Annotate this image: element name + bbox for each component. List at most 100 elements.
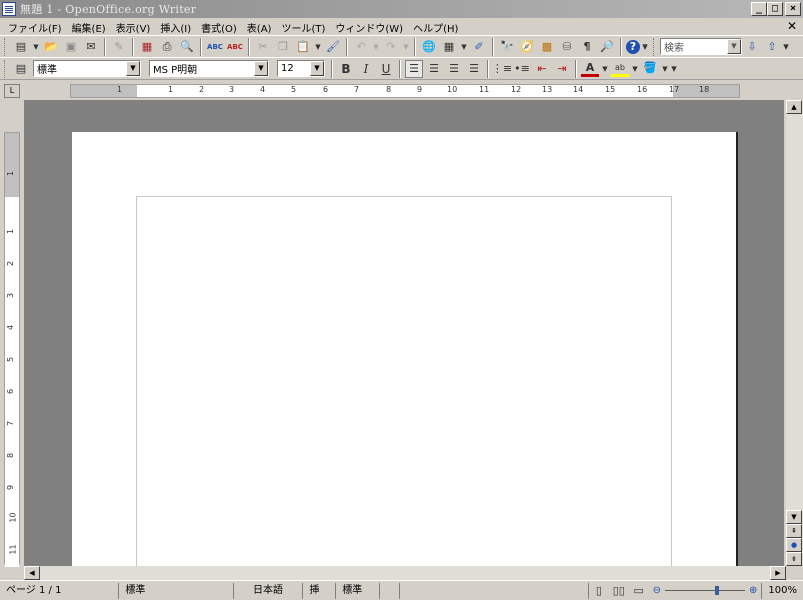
next-page-button[interactable]: ⇟	[786, 552, 802, 566]
datasource-icon[interactable]: ⛁	[558, 38, 576, 56]
maximize-button[interactable]: □	[767, 2, 783, 16]
spellcheck-icon[interactable]: ABC	[206, 38, 224, 56]
navigator-icon[interactable]: 🧭	[518, 38, 536, 56]
toolbar-grip[interactable]	[4, 59, 7, 78]
italic-button[interactable]: I	[357, 60, 375, 78]
decrease-indent-icon[interactable]: ⇤	[533, 60, 551, 78]
table-dropdown-icon[interactable]: ▼	[460, 38, 468, 56]
previous-page-button[interactable]: ⇞	[786, 524, 802, 538]
toolbar-options-icon[interactable]: ▾	[671, 60, 677, 78]
search-dropdown-icon[interactable]: ▼	[727, 39, 741, 54]
toolbar-grip[interactable]	[4, 37, 7, 56]
font-size-select[interactable]: 12 ▼	[277, 60, 325, 77]
gallery-icon[interactable]: ▩	[538, 38, 556, 56]
font-name-select[interactable]: MS P明朝 ▼	[149, 60, 269, 77]
email-icon[interactable]: ✉	[82, 38, 100, 56]
highlight-dropdown-icon[interactable]: ▼	[631, 60, 639, 78]
align-right-icon[interactable]: ☰	[445, 60, 463, 78]
zoom-slider[interactable]: ⊖ ⊕	[649, 585, 762, 596]
toolbar-options-icon[interactable]: ▾	[783, 38, 789, 56]
zoom-track[interactable]	[665, 586, 745, 595]
minimize-button[interactable]: _	[751, 2, 767, 16]
scroll-up-button[interactable]: ▲	[786, 100, 802, 114]
save-icon[interactable]: ▣	[62, 38, 80, 56]
font-color-dropdown-icon[interactable]: ▼	[601, 60, 609, 78]
insert-mode[interactable]: 挿入	[303, 582, 337, 599]
close-document-icon[interactable]: ✕	[787, 19, 797, 33]
horizontal-scrollbar[interactable]: ◀ ▶	[24, 566, 786, 580]
bullets-icon[interactable]: •≡	[513, 60, 531, 78]
tab-stop-selector-icon[interactable]: L	[4, 84, 20, 98]
book-view-icon[interactable]: ▭	[630, 582, 648, 600]
menu-table[interactable]: 表(A)	[243, 20, 278, 35]
background-color-dropdown-icon[interactable]: ▼	[661, 60, 669, 78]
close-window-button[interactable]: ×	[785, 2, 801, 16]
align-center-icon[interactable]: ☰	[425, 60, 443, 78]
scroll-right-button[interactable]: ▶	[770, 566, 786, 580]
draw-icon[interactable]: ✐	[470, 38, 488, 56]
menu-view[interactable]: 表示(V)	[112, 20, 157, 35]
menu-window[interactable]: ウィンドウ(W)	[331, 20, 409, 35]
toolbar-grip[interactable]	[653, 37, 656, 56]
zoom-value[interactable]: 100%	[761, 582, 803, 599]
increase-indent-icon[interactable]: ⇥	[553, 60, 571, 78]
font-size-dropdown-icon[interactable]: ▼	[310, 61, 324, 76]
paste-dropdown-icon[interactable]: ▼	[314, 38, 322, 56]
edit-icon[interactable]: ✎	[110, 38, 128, 56]
redo-dropdown-icon[interactable]: ▼	[402, 38, 410, 56]
font-color-icon[interactable]: A	[581, 61, 599, 77]
paste-icon[interactable]: 📋	[294, 38, 312, 56]
document-page[interactable]	[72, 132, 738, 566]
underline-button[interactable]: U	[377, 60, 395, 78]
document-canvas[interactable]	[24, 100, 784, 566]
writer-app-icon[interactable]	[2, 2, 16, 16]
background-color-icon[interactable]: 🪣	[641, 61, 659, 77]
zoom-out-icon[interactable]: ⊖	[653, 585, 661, 596]
menu-insert[interactable]: 挿入(I)	[156, 20, 197, 35]
undo-icon[interactable]: ↶	[352, 38, 370, 56]
table-icon[interactable]: ▦	[440, 38, 458, 56]
selection-mode[interactable]: 標準	[336, 582, 381, 599]
menu-help[interactable]: ヘルプ(H)	[409, 20, 464, 35]
bold-button[interactable]: B	[337, 60, 355, 78]
paragraph-style-select[interactable]: 標準 ▼	[33, 60, 141, 77]
font-name-dropdown-icon[interactable]: ▼	[254, 61, 268, 76]
print-icon[interactable]: ⎙	[158, 38, 176, 56]
text-boundary[interactable]	[136, 196, 672, 566]
copy-icon[interactable]: ❐	[274, 38, 292, 56]
new-dropdown-icon[interactable]: ▼	[32, 38, 40, 56]
print-preview-icon[interactable]: 🔍	[178, 38, 196, 56]
scroll-down-button[interactable]: ▼	[786, 510, 802, 524]
paragraph-style-dropdown-icon[interactable]: ▼	[126, 61, 140, 76]
find-previous-icon[interactable]: ⇧	[763, 38, 781, 56]
multi-page-view-icon[interactable]: ▯▯	[610, 582, 628, 600]
toolbar-options-icon[interactable]: ▾	[642, 38, 648, 56]
open-icon[interactable]: 📂	[42, 38, 60, 56]
navigation-icon[interactable]: ●	[786, 538, 802, 552]
horizontal-ruler[interactable]: 1 1 2 3 4 5 6 7 8 9 10 11 12 13 14 15 16…	[70, 84, 740, 98]
menu-format[interactable]: 書式(O)	[197, 20, 243, 35]
menu-file[interactable]: ファイル(F)	[4, 20, 68, 35]
page-count[interactable]: ページ 1 / 1	[0, 582, 120, 599]
zoom-knob[interactable]	[715, 586, 719, 595]
vertical-scrollbar[interactable]: ▲ ▼ ⇞ ● ⇟	[786, 100, 803, 566]
menu-edit[interactable]: 編集(E)	[68, 20, 112, 35]
search-input[interactable]: 検索 ▼	[660, 38, 742, 55]
page-style[interactable]: 標準	[119, 582, 234, 599]
highlight-icon[interactable]: ab	[611, 61, 629, 77]
format-paintbrush-icon[interactable]: 🖌	[324, 38, 342, 56]
help-icon[interactable]: ?	[626, 39, 640, 54]
undo-dropdown-icon[interactable]: ▼	[372, 38, 380, 56]
pdf-icon[interactable]: ▦	[138, 38, 156, 56]
zoom-icon[interactable]: 🔎	[598, 38, 616, 56]
language-indicator[interactable]: 日本語	[234, 582, 304, 599]
styles-formatting-icon[interactable]: ▤	[12, 60, 30, 78]
scroll-left-button[interactable]: ◀	[24, 566, 40, 580]
redo-icon[interactable]: ↷	[382, 38, 400, 56]
vertical-ruler[interactable]: 1 1 2 3 4 5 6 7 8 9 10 11	[4, 132, 20, 567]
zoom-in-icon[interactable]: ⊕	[749, 585, 757, 596]
menu-tools[interactable]: ツール(T)	[277, 20, 331, 35]
find-next-icon[interactable]: ⇩	[743, 38, 761, 56]
align-left-icon[interactable]: ☰	[405, 59, 423, 78]
numbering-icon[interactable]: ⋮≡	[492, 60, 512, 78]
